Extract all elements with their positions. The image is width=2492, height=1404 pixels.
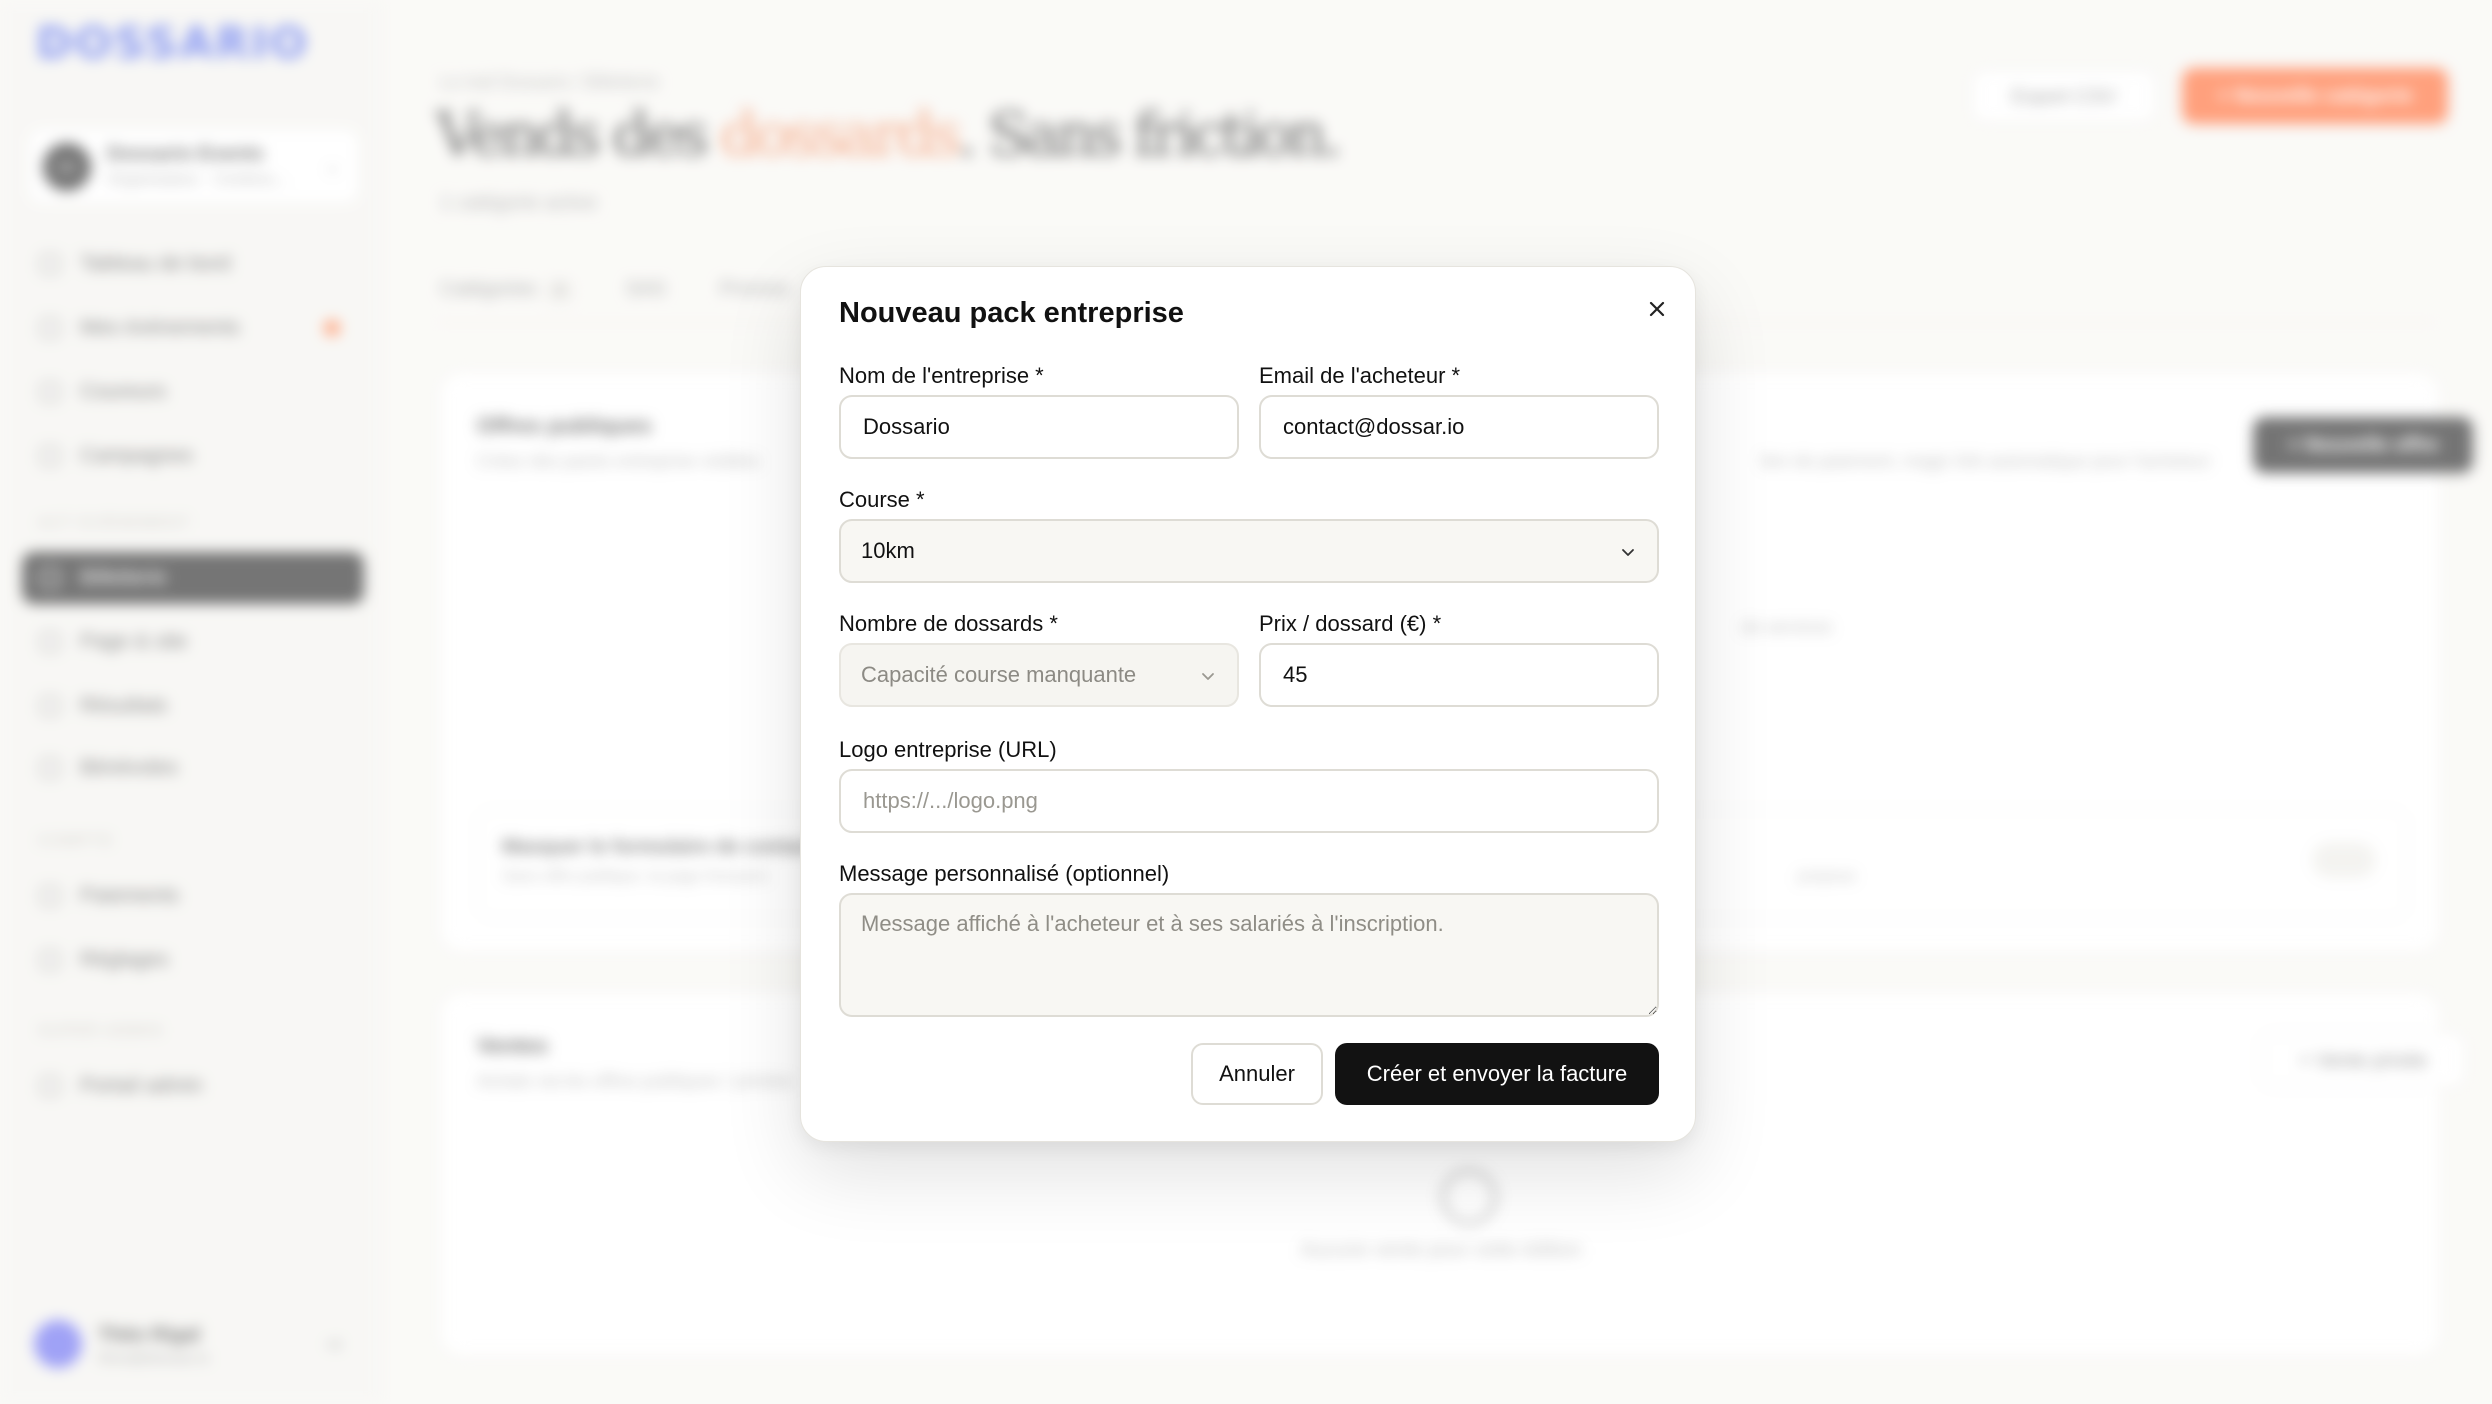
buyer-email-label: Email de l'acheteur *	[1259, 363, 1461, 388]
price-per-bib-input[interactable]	[1259, 643, 1659, 707]
bib-count-select[interactable]: Capacité course manquante	[839, 643, 1239, 707]
course-select-value: 10km	[861, 538, 915, 563]
price-per-bib-label: Prix / dossard (€) *	[1259, 611, 1442, 636]
company-logo-label: Logo entreprise (URL)	[839, 737, 1057, 762]
chevron-down-icon	[1622, 549, 1634, 556]
dialog-title: Nouveau pack entreprise	[839, 297, 1184, 329]
custom-message-label: Message personnalisé (optionnel)	[839, 861, 1170, 886]
new-company-pack-dialog: Nouveau pack entreprise Nom de l'entrepr…	[800, 266, 1696, 1142]
chevron-down-icon	[1202, 673, 1214, 680]
close-button[interactable]	[1639, 291, 1675, 327]
company-name-label: Nom de l'entreprise *	[839, 363, 1044, 388]
bib-count-select-value: Capacité course manquante	[861, 662, 1137, 687]
custom-message-textarea[interactable]	[839, 893, 1659, 1017]
close-icon	[1649, 301, 1665, 317]
create-and-send-invoice-button[interactable]: Créer et envoyer la facture	[1335, 1043, 1659, 1105]
cancel-button[interactable]: Annuler	[1191, 1043, 1323, 1105]
bib-count-label: Nombre de dossards *	[839, 611, 1058, 636]
course-label: Course *	[839, 487, 925, 512]
buyer-email-input[interactable]	[1259, 395, 1659, 459]
company-logo-url-input[interactable]	[839, 769, 1659, 833]
course-select[interactable]: 10km	[839, 519, 1659, 583]
company-name-input[interactable]	[839, 395, 1239, 459]
